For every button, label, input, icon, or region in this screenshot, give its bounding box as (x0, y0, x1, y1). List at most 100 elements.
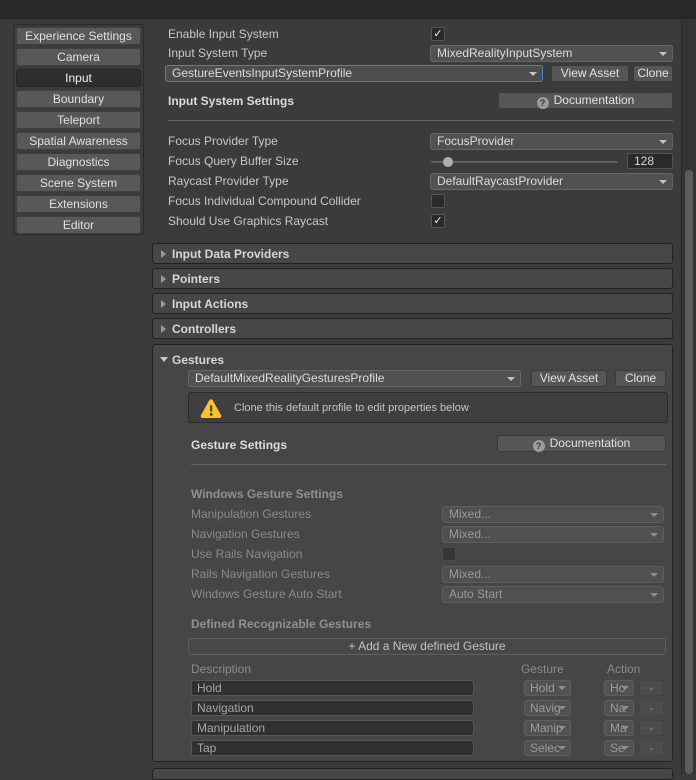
sidebar-item-spatial-awareness[interactable]: Spatial Awareness (16, 132, 141, 150)
use-rails-navigation-label: Use Rails Navigation (191, 547, 303, 561)
windows-gesture-auto-start-label: Windows Gesture Auto Start (191, 587, 342, 601)
gesture-action-dropdown[interactable]: Na (604, 700, 634, 716)
dropdown-arrow-icon (650, 592, 658, 597)
scrollbar-thumb[interactable] (685, 170, 693, 774)
windows-gesture-auto-start-value: Auto Start (449, 587, 503, 601)
section-gestures: Gestures DefaultMixedRealityGesturesProf… (152, 344, 673, 762)
clone-button[interactable]: Clone (633, 65, 673, 82)
add-defined-gesture-button[interactable]: + Add a New defined Gesture (188, 638, 666, 655)
gesture-description-field[interactable]: Manipulation (191, 720, 474, 736)
dropdown-arrow-icon (659, 139, 667, 144)
enable-input-system-checkbox[interactable] (431, 27, 445, 41)
documentation-label: Documentation (553, 93, 635, 107)
sidebar-item-diagnostics[interactable]: Diagnostics (16, 153, 141, 171)
view-asset-button[interactable]: View Asset (551, 65, 629, 82)
section-input-data-providers[interactable]: Input Data Providers (152, 243, 673, 264)
sidebar-item-boundary[interactable]: Boundary (16, 90, 141, 108)
section-label: Input Actions (172, 297, 249, 311)
section-controllers[interactable]: Controllers (152, 318, 673, 339)
sidebar-item-input[interactable]: Input (16, 69, 141, 87)
gesture-description-field[interactable]: Navigation (191, 700, 474, 716)
table-header-action: Action (607, 662, 641, 676)
navigation-gestures-dropdown: Mixed... (442, 526, 664, 543)
dropdown-arrow-icon (558, 726, 566, 730)
input-settings-panel: Enable Input System Input System Type Mi… (152, 0, 681, 780)
gesture-action-dropdown[interactable]: Ho (604, 680, 634, 696)
gesture-type-value: Navig (530, 701, 561, 715)
warning-icon (200, 399, 222, 419)
dropdown-arrow-icon (621, 686, 629, 690)
input-system-type-value: MixedRealityInputSystem (437, 46, 573, 60)
manipulation-gestures-dropdown: Mixed... (442, 506, 664, 523)
raycast-provider-type-label: Raycast Provider Type (168, 174, 289, 188)
dropdown-arrow-icon (558, 706, 566, 710)
foldout-open-arrow-icon (160, 357, 168, 362)
gesture-action-dropdown[interactable]: Se (604, 740, 634, 756)
slider-handle[interactable] (443, 157, 453, 167)
section-label: Input Data Providers (172, 247, 290, 261)
buffer-size-value-field[interactable]: 128 (627, 153, 673, 169)
gesture-type-dropdown[interactable]: Manip (524, 720, 571, 736)
buffer-size-slider[interactable] (431, 157, 618, 167)
should-use-graphics-raycast-label: Should Use Graphics Raycast (168, 214, 329, 228)
gesture-type-value: Hold (530, 681, 555, 695)
section-input-actions[interactable]: Input Actions (152, 293, 673, 314)
clone-warning-text: Clone this default profile to edit prope… (234, 402, 469, 414)
windows-gesture-auto-start-dropdown: Auto Start (442, 586, 664, 603)
input-system-settings-title: Input System Settings (168, 94, 295, 108)
gesture-action-dropdown[interactable]: Ma (604, 720, 634, 736)
section-pointers[interactable]: Pointers (152, 268, 673, 289)
gesture-type-dropdown[interactable]: Navig (524, 700, 571, 716)
help-icon: ? (536, 97, 549, 109)
table-header-gesture: Gesture (521, 662, 564, 676)
remove-gesture-button[interactable]: - (639, 680, 664, 696)
focus-individual-compound-collider-checkbox[interactable] (431, 194, 445, 208)
input-system-type-dropdown[interactable]: MixedRealityInputSystem (430, 45, 673, 62)
focus-provider-type-label: Focus Provider Type (168, 134, 278, 148)
use-rails-navigation-checkbox (442, 547, 456, 561)
input-profile-dropdown[interactable]: GestureEventsInputSystemProfile (165, 65, 543, 82)
enable-input-system-label: Enable Input System (168, 27, 279, 41)
gestures-profile-dropdown[interactable]: DefaultMixedRealityGesturesProfile (188, 370, 521, 387)
navigation-gestures-value: Mixed... (449, 527, 492, 541)
rails-navigation-gestures-dropdown: Mixed... (442, 566, 664, 583)
sidebar-item-experience-settings[interactable]: Experience Settings (16, 27, 141, 45)
gestures-view-asset-button[interactable]: View Asset (531, 370, 607, 387)
dropdown-arrow-icon (650, 572, 658, 577)
dropdown-arrow-icon (650, 512, 658, 517)
section-partial-bottom[interactable] (152, 768, 673, 780)
section-label: Controllers (172, 322, 237, 336)
should-use-graphics-raycast-checkbox[interactable] (431, 214, 445, 228)
section-divider (168, 120, 673, 121)
dropdown-arrow-icon (621, 746, 629, 750)
manipulation-gestures-label: Manipulation Gestures (191, 507, 312, 521)
sidebar-item-camera[interactable]: Camera (16, 48, 141, 66)
sidebar-item-extensions[interactable]: Extensions (16, 195, 141, 213)
remove-gesture-button[interactable]: - (639, 740, 664, 756)
sidebar-item-teleport[interactable]: Teleport (16, 111, 141, 129)
gesture-description-field[interactable]: Hold (191, 680, 474, 696)
documentation-button[interactable]: ? Documentation (498, 92, 673, 109)
foldout-arrow-icon (161, 300, 166, 308)
dropdown-arrow-icon (558, 746, 566, 750)
gesture-description-field[interactable]: Tap (191, 740, 474, 756)
vertical-scrollbar[interactable] (681, 19, 696, 774)
gesture-type-dropdown[interactable]: Hold (524, 680, 571, 696)
profile-sidebar: Experience Settings Camera Input Boundar… (13, 24, 144, 235)
sidebar-item-scene-system[interactable]: Scene System (16, 174, 141, 192)
rails-navigation-gestures-label: Rails Navigation Gestures (191, 567, 330, 581)
gestures-documentation-button[interactable]: ? Documentation (497, 435, 666, 452)
raycast-provider-dropdown[interactable]: DefaultRaycastProvider (430, 173, 673, 190)
defined-recognizable-gestures-title: Defined Recognizable Gestures (191, 617, 372, 631)
dropdown-arrow-icon (621, 726, 629, 730)
remove-gesture-button[interactable]: - (639, 720, 664, 736)
focus-individual-compound-collider-label: Focus Individual Compound Collider (168, 194, 361, 208)
gestures-clone-button[interactable]: Clone (615, 370, 666, 387)
focus-provider-dropdown[interactable]: FocusProvider (430, 133, 673, 150)
manipulation-gestures-value: Mixed... (449, 507, 492, 521)
remove-gesture-button[interactable]: - (639, 700, 664, 716)
gestures-title: Gestures (172, 353, 225, 367)
gesture-type-dropdown[interactable]: Selec (524, 740, 571, 756)
sidebar-item-editor[interactable]: Editor (16, 216, 141, 234)
gesture-type-value: Selec (530, 741, 561, 755)
